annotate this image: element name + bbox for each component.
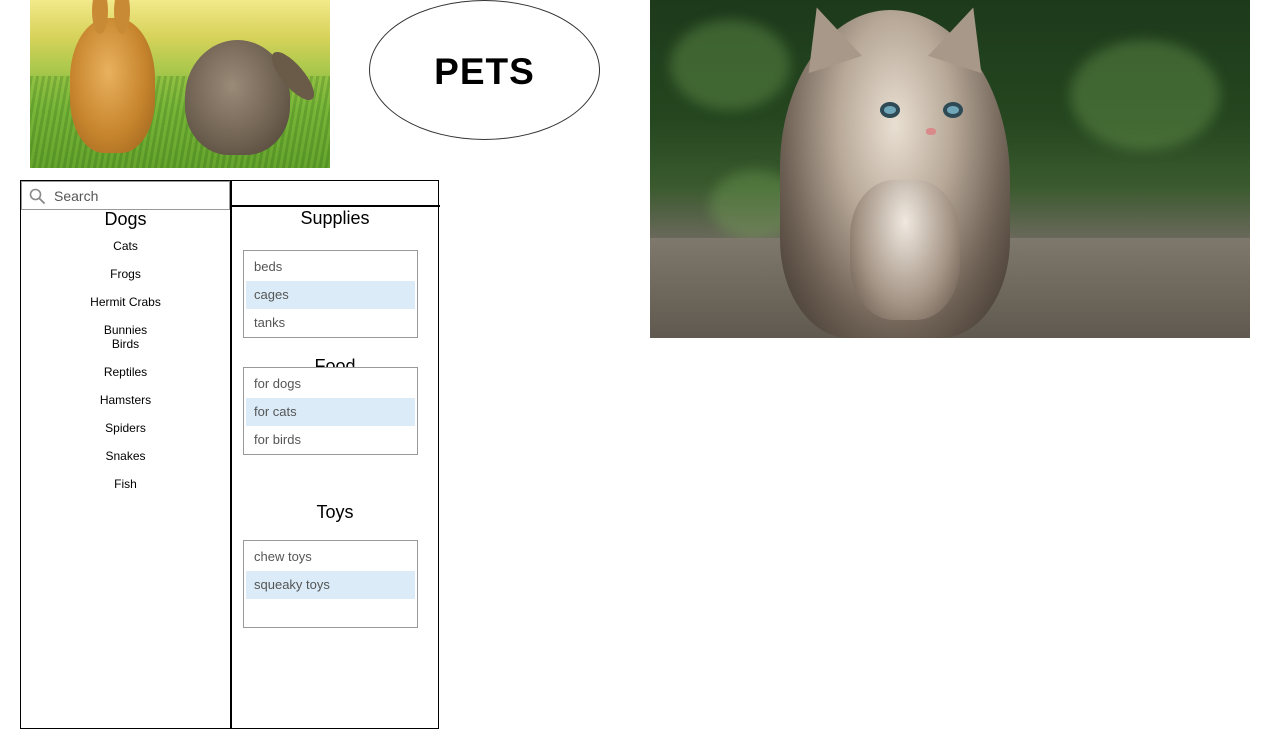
category-reptiles[interactable]: Reptiles [21,365,230,393]
toys-item-chew-toys[interactable]: chew toys [246,543,415,571]
category-hermit-crabs[interactable]: Hermit Crabs [21,295,230,323]
category-spiders[interactable]: Spiders [21,421,230,449]
toys-list[interactable]: chew toys squeaky toys [243,540,418,628]
supplies-item-cages[interactable]: cages [246,281,415,309]
header-divider [230,205,440,207]
category-hamsters[interactable]: Hamsters [21,393,230,421]
supplies-item-beds[interactable]: beds [246,253,415,281]
food-item-for-dogs[interactable]: for dogs [246,370,415,398]
kitten-photo [650,0,1250,338]
search-icon [29,188,45,204]
category-bunnies-birds[interactable]: Bunnies Birds [21,323,230,365]
food-list[interactable]: for dogs for cats for birds [243,367,418,455]
food-item-for-cats[interactable]: for cats [246,398,415,426]
search-input[interactable] [54,186,224,206]
search-box[interactable] [21,181,230,210]
category-snakes[interactable]: Snakes [21,449,230,477]
supplies-list[interactable]: beds cages tanks [243,250,418,338]
page-title: PETS [434,51,535,92]
category-heading[interactable]: Dogs [21,208,230,230]
page-title-badge: PETS [369,0,600,140]
category-cats[interactable]: Cats [21,239,230,267]
category-frogs[interactable]: Frogs [21,267,230,295]
pet-categories: Dogs Cats Frogs Hermit Crabs Bunnies Bir… [21,208,230,505]
supplies-item-tanks[interactable]: tanks [246,309,415,337]
category-fish[interactable]: Fish [21,477,230,505]
food-item-for-birds[interactable]: for birds [246,426,415,454]
toys-title: Toys [316,502,354,522]
supplies-title: Supplies [300,208,370,228]
column-divider [230,181,232,728]
navigation-panel: Dogs Cats Frogs Hermit Crabs Bunnies Bir… [20,180,440,729]
toys-item-squeaky-toys[interactable]: squeaky toys [246,571,415,599]
toys-item-empty[interactable] [246,599,415,627]
bunnies-photo [30,0,330,168]
